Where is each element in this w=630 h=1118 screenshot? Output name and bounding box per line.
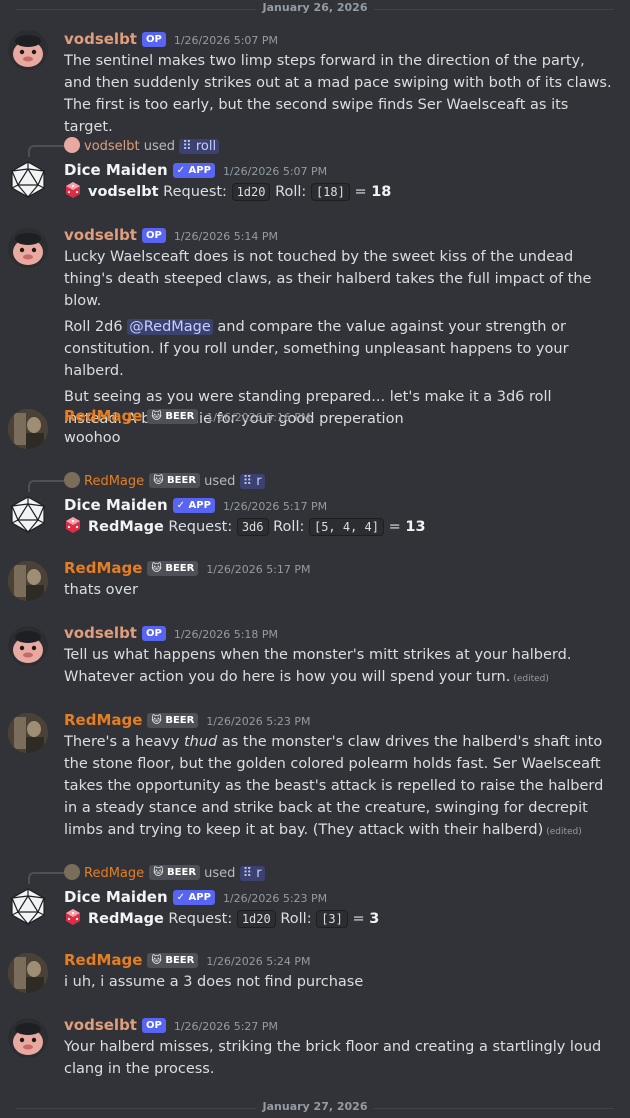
app-badge: ✓ APP — [172, 163, 215, 178]
reply-connector — [28, 145, 64, 157]
roll-code: [5, 4, 4] — [308, 518, 385, 536]
timestamp: 1/26/2026 5:17 PM — [206, 563, 311, 576]
author-name[interactable]: RedMage — [64, 711, 142, 729]
reply-preview[interactable]: RedMage 🐱 BEER used ⠿ r — [64, 472, 265, 490]
roller-name: RedMage — [88, 519, 164, 535]
date-divider-label: January 26, 2026 — [256, 1, 374, 14]
roller-name: RedMage — [88, 911, 164, 927]
slash-command[interactable]: ⠿ r — [239, 866, 265, 881]
roll-result: vodselbt Request: 1d20 Roll: [18] = 18 — [64, 181, 614, 203]
avatar[interactable] — [8, 561, 48, 601]
reply-author[interactable]: RedMage — [84, 866, 144, 881]
roll-code: [18] — [310, 183, 350, 201]
app-badge: ✓ APP — [172, 890, 215, 905]
author-name[interactable]: RedMage — [64, 951, 142, 969]
timestamp: 1/26/2026 5:24 PM — [206, 955, 311, 968]
message-text: Lucky Waelsceaft does is not touched by … — [64, 249, 592, 427]
roll-total: 18 — [371, 184, 392, 200]
message-text: woohoo — [64, 430, 121, 446]
timestamp: 1/26/2026 5:07 PM — [222, 165, 328, 178]
reply-used-text: used — [204, 866, 236, 881]
op-badge: OP — [141, 1018, 166, 1033]
reply-used-text: used — [204, 474, 236, 489]
avatar[interactable] — [8, 159, 48, 199]
date-divider: January 26, 2026 — [0, 1, 630, 19]
avatar[interactable] — [8, 713, 48, 753]
message-text: The sentinel makes two limp steps forwar… — [64, 53, 612, 135]
message-text: Your halberd misses, striking the brick … — [64, 1039, 602, 1077]
timestamp: 1/26/2026 5:14 PM — [173, 230, 279, 243]
date-divider-label: January 27, 2026 — [256, 1100, 374, 1113]
reply-connector — [28, 872, 64, 884]
message-text: There's a heavy thud as the monster's cl… — [64, 734, 604, 838]
timestamp: 1/26/2026 5:23 PM — [206, 715, 311, 728]
reply-preview[interactable]: vodselbt used ⠿ roll — [64, 137, 220, 155]
author-name[interactable]: Dice Maiden — [64, 888, 168, 906]
timestamp: 1/26/2026 5:23 PM — [222, 892, 328, 905]
op-badge: OP — [141, 228, 166, 243]
date-divider: January 27, 2026 — [0, 1100, 630, 1118]
op-badge: OP — [141, 626, 166, 641]
author-name[interactable]: vodselbt — [64, 624, 137, 642]
op-badge: OP — [141, 32, 166, 47]
avatar[interactable] — [8, 953, 48, 993]
reply-preview[interactable]: RedMage 🐱 BEER used ⠿ r — [64, 864, 265, 882]
reply-avatar — [64, 472, 80, 488]
timestamp: 1/26/2026 5:18 PM — [173, 628, 279, 641]
request-code: 1d20 — [236, 910, 276, 928]
reply-avatar — [64, 864, 80, 880]
beer-badge: 🐱 BEER — [147, 713, 199, 728]
author-name[interactable]: RedMage — [64, 407, 142, 425]
avatar[interactable] — [8, 886, 48, 926]
edited-tag: (edited) — [513, 674, 549, 684]
beer-badge: 🐱 BEER — [147, 953, 199, 968]
author-name[interactable]: vodselbt — [64, 226, 137, 244]
roll-result: RedMage Request: 3d6 Roll: [5, 4, 4] = 1… — [64, 516, 614, 538]
avatar[interactable] — [8, 1018, 48, 1058]
beer-badge: 🐱 BEER — [147, 561, 199, 576]
roller-name: vodselbt — [88, 184, 159, 200]
beer-badge: 🐱 BEER — [149, 473, 201, 488]
request-code: 3d6 — [236, 518, 269, 536]
author-name[interactable]: vodselbt — [64, 30, 137, 48]
reply-avatar — [64, 137, 80, 153]
beer-badge: 🐱 BEER — [149, 865, 201, 880]
avatar[interactable] — [8, 494, 48, 534]
avatar[interactable] — [8, 626, 48, 666]
avatar[interactable] — [8, 30, 48, 70]
author-name[interactable]: RedMage — [64, 559, 142, 577]
roll-code: [3] — [316, 910, 348, 928]
reply-author[interactable]: vodselbt — [84, 139, 140, 154]
user-mention[interactable]: @RedMage — [127, 319, 213, 335]
dice-icon — [64, 516, 82, 534]
message-text: thats over — [64, 582, 138, 598]
beer-badge: 🐱 BEER — [147, 409, 199, 424]
message-text: Tell us what happens when the monster's … — [64, 647, 572, 685]
author-name[interactable]: Dice Maiden — [64, 161, 168, 179]
timestamp: 1/26/2026 5:07 PM — [173, 34, 279, 47]
avatar[interactable] — [8, 409, 48, 449]
timestamp: 1/26/2026 5:17 PM — [222, 500, 328, 513]
roll-result: RedMage Request: 1d20 Roll: [3] = 3 — [64, 908, 614, 930]
slash-command[interactable]: ⠿ r — [239, 474, 265, 489]
timestamp: 1/26/2026 5:16 PM — [206, 411, 311, 424]
request-code: 1d20 — [231, 183, 271, 201]
reply-connector — [28, 480, 64, 492]
app-badge: ✓ APP — [172, 498, 215, 513]
timestamp: 1/26/2026 5:27 PM — [173, 1020, 279, 1033]
roll-total: 3 — [369, 911, 380, 927]
author-name[interactable]: vodselbt — [64, 1016, 137, 1034]
reply-author[interactable]: RedMage — [84, 474, 144, 489]
chat-log: January 26, 2026 vodselbt OP 1/26/2026 5:0… — [0, 0, 630, 1113]
reply-used-text: used — [143, 139, 176, 154]
message-text: i uh, i assume a 3 does not find purchas… — [64, 974, 364, 990]
dice-icon — [64, 908, 82, 926]
dice-icon — [64, 181, 82, 199]
author-name[interactable]: Dice Maiden — [64, 496, 168, 514]
avatar[interactable] — [8, 228, 48, 268]
roll-total: 13 — [405, 519, 426, 535]
edited-tag: (edited) — [546, 827, 582, 837]
slash-command[interactable]: ⠿ roll — [179, 139, 220, 154]
